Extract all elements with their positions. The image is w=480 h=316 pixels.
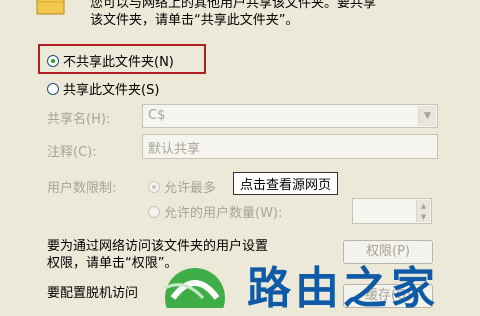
allow-max-radio[interactable] bbox=[148, 180, 160, 193]
tooltip: 点击查看源网页 bbox=[233, 172, 339, 195]
comment-field[interactable]: 默认共享 bbox=[142, 134, 438, 159]
allow-users-option[interactable]: 允许的用户数量(W): bbox=[148, 202, 282, 221]
permissions-line-1: 要为通过网络访问该文件夹的用户设置 bbox=[47, 239, 269, 254]
chevron-down-icon[interactable]: ▼ bbox=[418, 106, 436, 126]
allow-max-label: 允许最多 bbox=[164, 181, 217, 196]
highlight-box bbox=[38, 44, 206, 74]
comment-value: 默认共享 bbox=[148, 142, 201, 157]
spin-up-icon[interactable]: ▲ bbox=[416, 200, 430, 211]
offline-text: 要配置脱机访问 bbox=[47, 286, 139, 301]
allow-users-label: 允许的用户数量(W): bbox=[164, 206, 283, 221]
watermark-text: 路由之家 bbox=[247, 263, 439, 314]
share-label: 共享此文件夹(S) bbox=[63, 83, 160, 98]
comment-label: 注释(C): bbox=[47, 145, 97, 160]
folder-icon bbox=[36, 0, 65, 15]
allow-max-option[interactable]: 允许最多 bbox=[148, 177, 216, 196]
intro-text: 您可以与网络上的其他用户共享该文件夹。要共享 该文件夹，请单击“共享此文件夹”。 bbox=[90, 0, 475, 29]
share-name-combo[interactable]: C$ ▼ bbox=[142, 104, 438, 128]
watermark-logo-icon bbox=[164, 268, 225, 308]
share-radio[interactable] bbox=[47, 82, 59, 95]
share-option[interactable]: 共享此文件夹(S) bbox=[47, 79, 159, 98]
intro-line-2: 该文件夹，请单击“共享此文件夹”。 bbox=[90, 13, 299, 28]
user-count-spinner[interactable]: ▲ ▼ bbox=[352, 198, 432, 224]
intro-line-1: 您可以与网络上的其他用户共享该文件夹。要共享 bbox=[90, 0, 377, 11]
allow-users-radio[interactable] bbox=[148, 205, 160, 218]
share-name-value: C$ bbox=[148, 108, 166, 123]
user-limit-label: 用户数限制: bbox=[47, 181, 117, 196]
share-name-label: 共享名(H): bbox=[47, 112, 111, 127]
spin-down-icon[interactable]: ▼ bbox=[416, 211, 430, 222]
